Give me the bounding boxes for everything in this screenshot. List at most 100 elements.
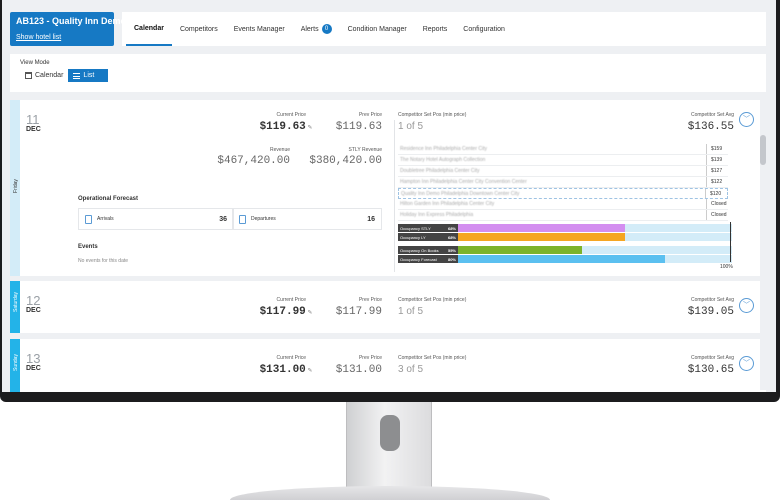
day-card[interactable]: Saturday 12 DEC Current Price $117.99 ✎ P… — [10, 281, 766, 333]
occupancy-bar: Occupancy LY 68% — [398, 233, 732, 241]
list-view-label: List — [83, 72, 95, 79]
competitor-price: $159 — [706, 144, 728, 154]
competitor-price: Closed — [706, 210, 728, 220]
tab-alerts-label: Alerts — [300, 25, 319, 33]
occupancy-pct: 68% — [447, 225, 456, 231]
list-view-button[interactable]: List — [68, 69, 109, 82]
scroll-thumb[interactable] — [760, 135, 766, 165]
departures-value: 16 — [367, 215, 375, 223]
current-price-value: $119.63 — [259, 121, 306, 133]
arrivals-box: Arrivals 36 — [78, 208, 234, 230]
current-price[interactable]: $119.63 ✎ — [210, 121, 312, 133]
weekday-label: Sunday — [13, 354, 19, 371]
day-number: 12 — [26, 293, 41, 308]
prev-price-label: Prev Price — [358, 297, 382, 303]
tab-competitors[interactable]: Competitors — [172, 12, 226, 46]
comp-set-avg-label: Competitor Set Avg — [691, 297, 734, 303]
competitor-name: Hampton Inn Philadelphia Center City Con… — [400, 179, 527, 185]
tab-calendar[interactable]: Calendar — [126, 12, 172, 46]
prev-price-label: Prev Price — [358, 355, 382, 361]
comp-set-avg-value: $130.65 — [687, 364, 734, 376]
scrollbar[interactable] — [760, 95, 766, 390]
competitor-name: Doubletree Philadelphia Center City — [400, 168, 480, 174]
current-price-label: Current Price — [276, 112, 306, 118]
comp-set-pos-label: Competitor Set Pos (min price) — [398, 112, 467, 118]
comp-set-avg-value: $139.05 — [687, 306, 734, 318]
competitor-row: Holiday Inn Express Philadelphia Closed — [398, 210, 728, 221]
arrivals-icon — [85, 214, 92, 224]
occupancy-bars: Occupancy STLY 68% Occupancy LY 68% Occupa… — [398, 224, 732, 264]
edit-pencil-icon[interactable]: ✎ — [308, 367, 312, 375]
view-mode-panel: View Mode Calendar List — [10, 54, 766, 92]
comp-set-pos-value: 3 of 5 — [398, 364, 424, 375]
competitor-row: Hampton Inn Philadelphia Center City Con… — [398, 177, 728, 188]
competitor-name: Quality Inn Demo Philadelphia Downtown C… — [401, 190, 520, 197]
competitor-row-own-hotel: Quality Inn Demo Philadelphia Downtown C… — [398, 188, 728, 199]
current-price[interactable]: $117.99 ✎ — [210, 306, 312, 318]
edit-pencil-icon[interactable]: ✎ — [308, 309, 312, 317]
comp-set-pos-label: Competitor Set Pos (min price) — [398, 355, 467, 361]
view-mode-toggle: Calendar List — [20, 69, 756, 82]
competitor-row: Hilton Garden Inn Philadelphia Center Ci… — [398, 199, 728, 210]
comp-set-pos-label: Competitor Set Pos (min price) — [398, 297, 467, 303]
competitor-price: $120 — [705, 189, 727, 198]
alerts-badge: 0 — [321, 24, 332, 34]
competitor-price: $139 — [706, 155, 728, 165]
calendar-icon — [25, 72, 32, 79]
occupancy-label: Occupancy STLY — [400, 225, 431, 231]
weekday-label: Saturday — [13, 291, 19, 312]
occupancy-pct: 68% — [447, 234, 456, 240]
current-price-value: $131.00 — [259, 364, 306, 376]
comp-set-avg-label: Competitor Set Avg — [691, 355, 734, 361]
monitor-frame: AB123 - Quality Inn Demo Show hotel list… — [0, 0, 780, 402]
prev-price: $117.99 — [335, 306, 382, 318]
arrivals-label: Arrivals — [97, 216, 114, 222]
departures-box: Departures 16 — [232, 208, 382, 230]
occupancy-label: Occupancy On Books — [400, 247, 439, 253]
day-number: 11 — [26, 112, 40, 127]
competitor-row: Residence Inn Philadelphia Center City $1… — [398, 144, 728, 155]
day-number: 13 — [26, 351, 41, 366]
occupancy-scale-label: 100% — [720, 264, 733, 270]
competitor-name: Residence Inn Philadelphia Center City — [400, 146, 487, 152]
current-price-label: Current Price — [276, 297, 306, 303]
current-price[interactable]: $131.00 ✎ — [210, 364, 312, 376]
collapse-chevron-icon[interactable]: ﹀ — [739, 112, 754, 127]
monitor-stand-base — [230, 486, 550, 500]
expand-chevron-icon[interactable]: ﹀ — [739, 356, 754, 371]
departures-icon — [239, 214, 246, 224]
day-card[interactable]: Sunday 13 DEC Current Price $131.00 ✎ Pre… — [10, 339, 766, 392]
tab-condition-manager[interactable]: Condition Manager — [340, 12, 415, 46]
operational-forecast-title: Operational Forecast — [78, 196, 139, 202]
tab-events-manager[interactable]: Events Manager — [226, 12, 293, 46]
show-hotel-list-link[interactable]: Show hotel list — [16, 34, 108, 41]
day-month: DEC — [26, 307, 41, 314]
hotel-selector: AB123 - Quality Inn Demo Show hotel list — [10, 12, 126, 46]
stly-revenue-label: STLY Revenue — [348, 147, 382, 153]
comp-set-avg-label: Competitor Set Avg — [691, 112, 734, 118]
prev-price-label: Prev Price — [358, 112, 382, 118]
prev-price: $119.63 — [335, 121, 382, 133]
day-month: DEC — [26, 126, 41, 133]
current-price-value: $117.99 — [259, 306, 306, 318]
revenue-value: $467,420.00 — [217, 155, 290, 167]
app-screen: AB123 - Quality Inn Demo Show hotel list… — [2, 0, 776, 392]
tab-alerts[interactable]: Alerts 0 — [293, 12, 340, 46]
calendar-view-button[interactable]: Calendar — [20, 69, 69, 82]
competitor-name: Hilton Garden Inn Philadelphia Center Ci… — [400, 201, 495, 207]
tab-configuration[interactable]: Configuration — [455, 12, 513, 46]
arrivals-value: 36 — [219, 215, 227, 223]
stly-revenue-value: $380,420.00 — [309, 155, 382, 167]
expand-chevron-icon[interactable]: ﹀ — [739, 298, 754, 313]
current-price-label: Current Price — [276, 355, 306, 361]
occupancy-label: Occupancy Forecast — [400, 256, 437, 262]
view-mode-label: View Mode — [20, 60, 50, 66]
occupancy-max-line — [730, 222, 731, 262]
occupancy-bar: Occupancy STLY 68% — [398, 224, 732, 232]
competitor-price: $122 — [706, 177, 728, 187]
edit-pencil-icon[interactable]: ✎ — [308, 124, 312, 132]
day-strip: Friday — [10, 100, 20, 276]
tab-reports[interactable]: Reports — [415, 12, 456, 46]
departures-label: Departures — [251, 216, 276, 222]
competitor-list: Residence Inn Philadelphia Center City $1… — [398, 144, 728, 221]
